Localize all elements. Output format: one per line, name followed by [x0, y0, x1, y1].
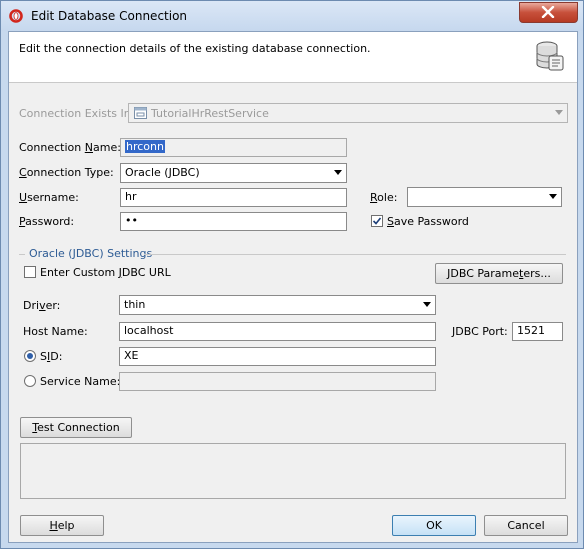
connection-exists-in-label: Connection Exists In:: [19, 107, 135, 120]
custom-jdbc-url-checkbox[interactable]: [24, 266, 36, 278]
connection-name-value: hrconn: [125, 140, 165, 153]
close-button[interactable]: [519, 2, 578, 23]
service-name-radio[interactable]: [24, 375, 36, 387]
username-label: Username:: [19, 191, 79, 204]
driver-value: thin: [124, 298, 146, 311]
jdbc-settings-group-title: Oracle (JDBC) Settings: [29, 247, 153, 260]
help-button[interactable]: Help: [20, 515, 104, 536]
jdbc-port-label: JDBC Port:: [452, 325, 508, 338]
sid-label: SID:: [40, 350, 63, 363]
dialog-window: Edit Database Connection Edit the connec…: [0, 0, 584, 549]
password-value: ••: [125, 214, 138, 227]
dialog-header: Edit the connection details of the exist…: [9, 32, 577, 83]
connection-type-value: Oracle (JDBC): [125, 166, 200, 179]
cancel-button[interactable]: Cancel: [484, 515, 568, 536]
jdbc-port-field[interactable]: 1521: [512, 322, 563, 341]
close-icon: [541, 6, 555, 18]
chevron-down-icon: [549, 194, 557, 199]
save-password-label: Save Password: [387, 215, 469, 228]
connection-name-label: Connection Name:: [19, 141, 121, 154]
jdbc-parameters-button[interactable]: JDBC Parameters...: [435, 263, 563, 284]
host-name-field[interactable]: localhost: [119, 322, 436, 341]
title-bar[interactable]: Edit Database Connection: [1, 1, 583, 31]
password-field[interactable]: ••: [120, 212, 347, 231]
dialog-body: Connection Exists In: TutorialHrRestServ…: [9, 83, 577, 542]
custom-jdbc-url-label: Enter Custom JDBC URL: [40, 266, 171, 279]
connection-exists-in-value: TutorialHrRestService: [151, 107, 269, 120]
connection-exists-in-select: TutorialHrRestService: [128, 103, 568, 123]
ok-button[interactable]: OK: [392, 515, 476, 536]
role-select[interactable]: [407, 187, 562, 207]
password-label: Password:: [19, 215, 75, 228]
driver-select[interactable]: thin: [119, 295, 436, 315]
dialog-content: Edit the connection details of the exist…: [8, 31, 578, 543]
service-name-label: Service Name:: [40, 375, 121, 388]
username-value: hr: [125, 190, 137, 203]
connection-name-field[interactable]: hrconn: [120, 138, 347, 157]
group-divider-right: [144, 254, 566, 255]
service-name-field[interactable]: [119, 372, 436, 391]
database-edit-icon: [536, 41, 564, 71]
chevron-down-icon: [423, 302, 431, 307]
connection-type-select[interactable]: Oracle (JDBC): [120, 163, 347, 183]
test-status-area: [20, 443, 566, 499]
driver-label: Driver:: [23, 299, 61, 312]
header-description: Edit the connection details of the exist…: [19, 42, 371, 55]
chevron-down-icon: [334, 170, 342, 175]
jdbc-port-value: 1521: [517, 324, 545, 337]
group-divider-left: [19, 254, 25, 255]
radio-dot: [27, 353, 33, 359]
checkmark-icon: [372, 217, 382, 225]
username-field[interactable]: hr: [120, 188, 347, 207]
window-title: Edit Database Connection: [31, 9, 188, 23]
chevron-down-icon: [555, 110, 563, 115]
host-name-value: localhost: [124, 324, 174, 337]
connection-type-label: Connection Type:: [19, 166, 114, 179]
host-name-label: Host Name:: [23, 325, 88, 338]
test-connection-button[interactable]: Test Connection: [20, 417, 132, 438]
oracle-logo-icon: [9, 9, 23, 23]
application-icon: [134, 107, 147, 119]
sid-field[interactable]: XE: [119, 347, 436, 366]
role-label: Role:: [370, 191, 398, 204]
sid-radio[interactable]: [24, 350, 36, 362]
save-password-checkbox[interactable]: [371, 215, 383, 227]
sid-value: XE: [124, 349, 139, 362]
